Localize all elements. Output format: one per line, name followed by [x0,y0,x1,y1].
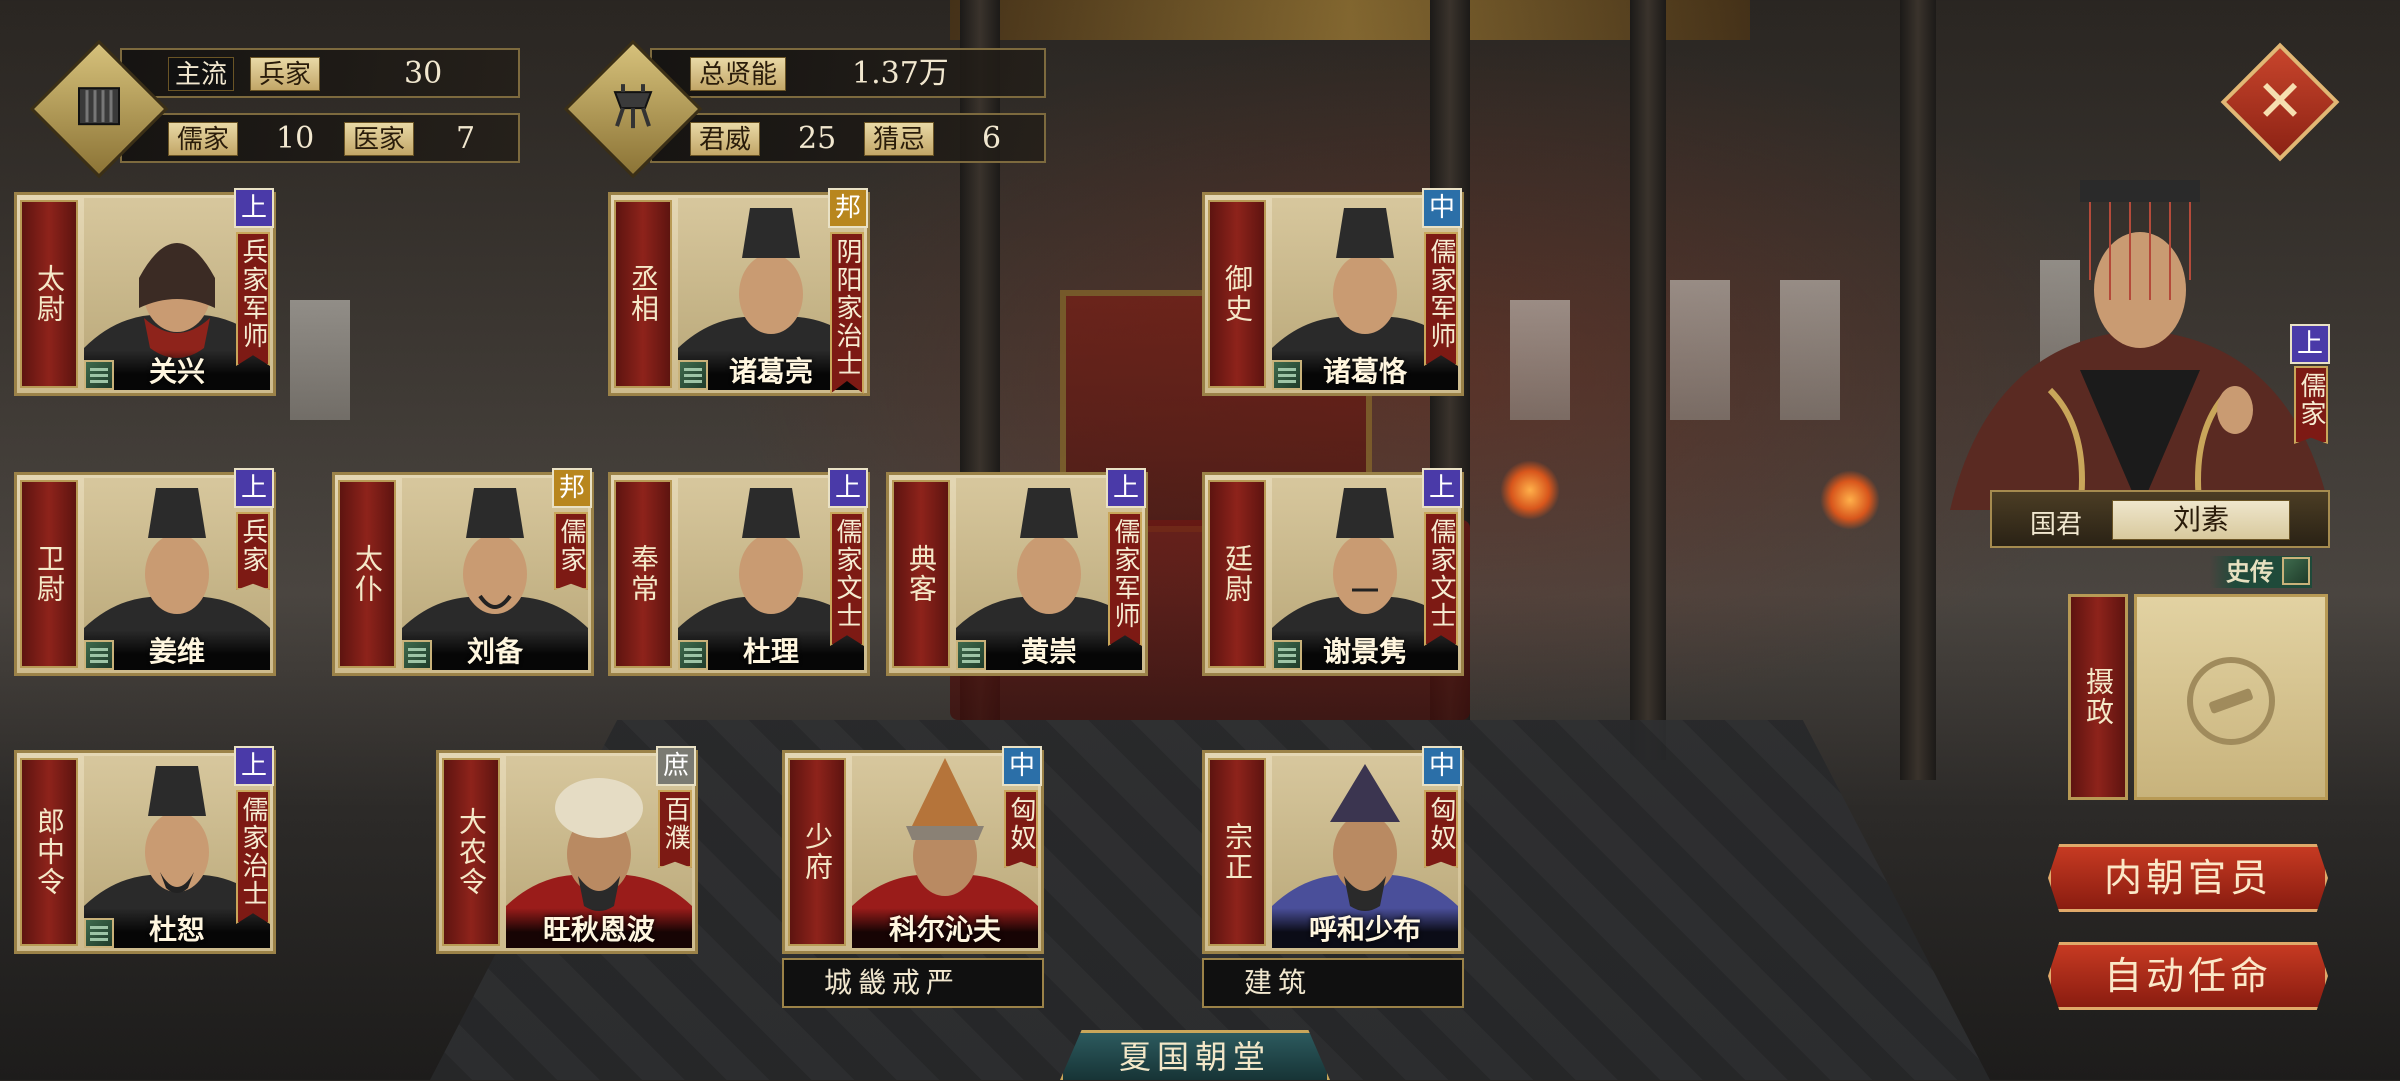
jade-tablet-icon [956,640,986,670]
suspicion-value: 6 [982,121,1002,156]
mainstream-row: 主流 兵家 30 [120,48,520,98]
rank-badge: 上 [234,468,274,508]
ruler-rank-badge: 上 [2290,324,2330,364]
official-card-dianke[interactable]: 典客 黄崇 上 儒家军师 [886,468,1148,676]
mainstream-value: 30 [404,56,443,91]
close-button[interactable]: ✕ [2220,42,2340,162]
inner-court-officials-button[interactable]: 内朝官员 [2048,844,2328,912]
rank-badge: 中 [1422,746,1462,786]
rank-badge: 邦 [828,188,868,228]
ruler-label: 国君 [2030,510,2083,540]
prestige-value: 25 [798,121,837,156]
rank-badge: 上 [828,468,868,508]
auto-appoint-button[interactable]: 自动任命 [2048,942,2328,1010]
authority-row: 君威 25 猜忌 6 [650,113,1046,163]
office-title: 大农令 [442,758,500,946]
jade-tablet-icon [84,360,114,390]
office-title: 奉常 [614,480,672,668]
official-card-chengxiang[interactable]: 丞相 诸葛亮 邦 阴阳家治士 [608,188,870,396]
suspicion-label: 猜忌 [864,122,935,156]
office-title: 廷尉 [1208,480,1266,668]
school-ribbon: 百濮 [658,790,692,868]
official-card-weiwei[interactable]: 卫尉 姜维 上 兵家 [14,468,276,676]
official-card-shaofu[interactable]: 少府 科尔沁夫 中 匈奴 [782,746,1044,954]
jade-tablet-icon [678,640,708,670]
school-ribbon: 匈奴 [1424,790,1458,868]
school-counts-row: 儒家 10 医家 7 [120,113,520,163]
ruler-name: 刘素 [2112,500,2290,540]
school-ribbon: 儒家文士 [1424,512,1458,646]
official-card-taipu[interactable]: 太仆 刘备 邦 儒家 [332,468,594,676]
official-card-danongling[interactable]: 大农令 旺秋恩波 庶 百濮 [436,746,698,954]
jade-tablet-icon [84,640,114,670]
mainstream-label: 主流 [168,57,235,91]
total-talent-value: 1.37万 [852,56,949,91]
school-ribbon: 匈奴 [1004,790,1038,868]
school-label-yi: 医家 [344,122,415,156]
jade-tablet-icon [84,918,114,948]
rank-badge: 上 [1422,468,1462,508]
close-icon: ✕ [2255,67,2305,135]
school-value-yi: 7 [456,121,476,156]
office-title: 御史 [1208,200,1266,388]
official-name: 呼和少布 [1272,908,1458,948]
official-card-yushi[interactable]: 御史 诸葛恪 中 儒家军师 [1202,188,1464,396]
school-ribbon: 兵家 [236,512,270,590]
official-name: 科尔沁夫 [852,908,1038,948]
school-label-ru: 儒家 [168,122,239,156]
policy-bar-zongzheng[interactable]: 建筑 [1202,958,1464,1008]
office-title: 郎中令 [20,758,78,946]
school-value-ru: 10 [276,121,315,156]
office-title: 宗正 [1208,758,1266,946]
policy-bar-shaofu[interactable]: 城畿戒严 [782,958,1044,1008]
official-card-zongzheng[interactable]: 宗正 呼和少布 中 匈奴 [1202,746,1464,954]
ruler-school-ribbon: 儒家 [2294,366,2328,444]
regent-empty-slot[interactable] [2134,594,2328,800]
prestige-label: 君威 [690,122,761,156]
official-card-taiwei[interactable]: 太尉 关兴 上 兵家军师 [14,188,276,396]
official-card-langzhongling[interactable]: 郎中令 杜恕 上 儒家治士 [14,746,276,954]
school-ribbon: 儒家军师 [1108,512,1142,646]
rank-badge: 邦 [552,468,592,508]
school-ribbon: 儒家治士 [236,790,270,924]
office-title: 少府 [788,758,846,946]
jade-tablet-icon [1272,360,1302,390]
mainstream-school: 兵家 [250,57,321,91]
empty-slot-icon [2187,657,2275,745]
rank-badge: 上 [1106,468,1146,508]
regent-title: 摄政 [2068,594,2128,800]
school-ribbon: 兵家军师 [236,232,270,366]
ruler-portrait[interactable]: 上 儒家 [1930,170,2350,511]
office-title: 太仆 [338,480,396,668]
jade-tablet-icon [1272,640,1302,670]
total-talent-label: 总贤能 [690,57,787,91]
school-ribbon: 儒家文士 [830,512,864,646]
school-ribbon: 儒家 [554,512,588,590]
court-title-tab[interactable]: 夏国朝堂 [1060,1030,1330,1080]
jade-tablet-icon [2282,557,2310,585]
jade-tablet-icon [402,640,432,670]
rank-badge: 上 [234,746,274,786]
rank-badge: 上 [234,188,274,228]
history-button[interactable]: 史传 [2210,556,2312,588]
jade-tablet-icon [678,360,708,390]
office-title: 丞相 [614,200,672,388]
rank-badge: 庶 [656,746,696,786]
total-talent-row: 总贤能 1.37万 [650,48,1046,98]
school-ribbon: 阴阳家治士 [830,232,864,394]
official-name: 旺秋恩波 [506,908,692,948]
office-title: 卫尉 [20,480,78,668]
official-card-fengchang[interactable]: 奉常 杜理 上 儒家文士 [608,468,870,676]
rank-badge: 中 [1422,188,1462,228]
history-label: 史传 [2226,557,2274,586]
rank-badge: 中 [1002,746,1042,786]
school-ribbon: 儒家军师 [1424,232,1458,366]
office-title: 太尉 [20,200,78,388]
regent-slot[interactable]: 摄政 [2068,594,2328,800]
official-card-tingwei[interactable]: 廷尉 谢景隽 上 儒家文士 [1202,468,1464,676]
ruler-nameplate: 国君 刘素 [1990,490,2330,548]
office-title: 典客 [892,480,950,668]
